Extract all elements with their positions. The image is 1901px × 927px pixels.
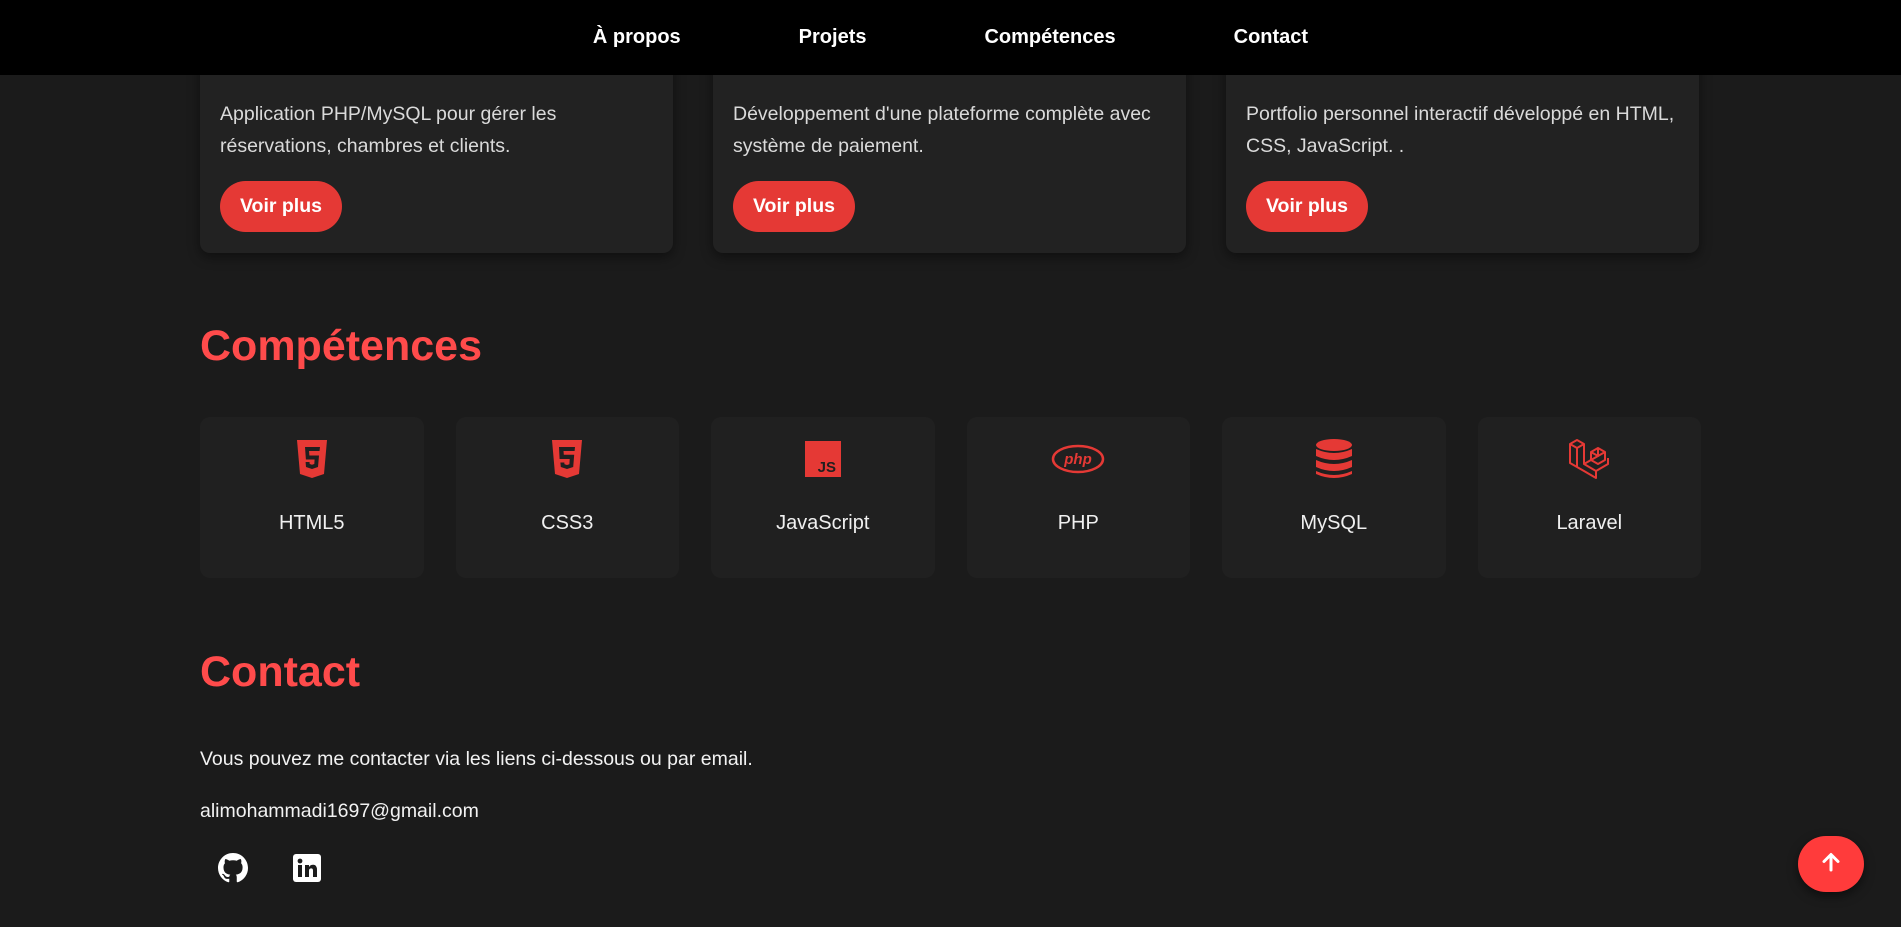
skill-card-html5: HTML5 <box>200 417 424 578</box>
skill-card-php: php PHP <box>966 417 1191 578</box>
skill-label: JavaScript <box>776 512 870 534</box>
skill-card-mysql: MySQL <box>1222 417 1446 578</box>
github-icon[interactable] <box>216 851 250 885</box>
laravel-icon <box>1478 437 1702 481</box>
project-description: Développement d'une plateforme complète … <box>733 103 1151 157</box>
css3-icon <box>456 437 680 481</box>
skill-label: Laravel <box>1556 512 1623 534</box>
scroll-to-top-button[interactable] <box>1798 836 1864 892</box>
nav-link-skills[interactable]: Compétences <box>984 26 1115 49</box>
nav-link-contact[interactable]: Contact <box>1234 26 1308 49</box>
skill-label: MySQL <box>1300 512 1368 534</box>
contact-email[interactable]: alimohammadi1697@gmail.com <box>200 800 479 823</box>
contact-description: Vous pouvez me contacter via les liens c… <box>200 748 753 770</box>
php-icon: php <box>967 437 1191 481</box>
skill-label: HTML5 <box>278 512 345 534</box>
project-description: Application PHP/MySQL pour gérer les rés… <box>220 103 557 157</box>
project-description: Portfolio personnel interactif développé… <box>1246 103 1675 157</box>
svg-text:php: php <box>1064 451 1093 468</box>
javascript-icon: JS <box>711 437 935 481</box>
skill-label: PHP <box>1057 512 1099 534</box>
skills-heading: Compétences <box>200 322 482 370</box>
view-more-button[interactable]: Voir plus <box>1246 181 1368 232</box>
html5-icon <box>200 437 424 481</box>
linkedin-icon[interactable] <box>290 851 324 885</box>
contact-heading: Contact <box>200 648 361 696</box>
svg-text:JS: JS <box>817 459 835 476</box>
top-navbar: À propos Projets Compétences Contact <box>0 0 1901 75</box>
skills-grid: HTML5 CSS3 JS JavaScript php PHP MySQL L… <box>200 417 1701 578</box>
nav-link-projects[interactable]: Projets <box>799 26 867 49</box>
skill-card-javascript: JS JavaScript <box>711 417 935 578</box>
skill-label: CSS3 <box>541 512 594 534</box>
nav-link-about[interactable]: À propos <box>593 26 681 49</box>
view-more-button[interactable]: Voir plus <box>733 181 855 232</box>
arrow-up-icon <box>1820 851 1842 878</box>
view-more-button[interactable]: Voir plus <box>220 181 342 232</box>
skill-card-css3: CSS3 <box>455 417 680 578</box>
skill-card-laravel: Laravel <box>1477 417 1702 578</box>
social-links <box>216 851 324 885</box>
database-icon <box>1222 437 1446 481</box>
